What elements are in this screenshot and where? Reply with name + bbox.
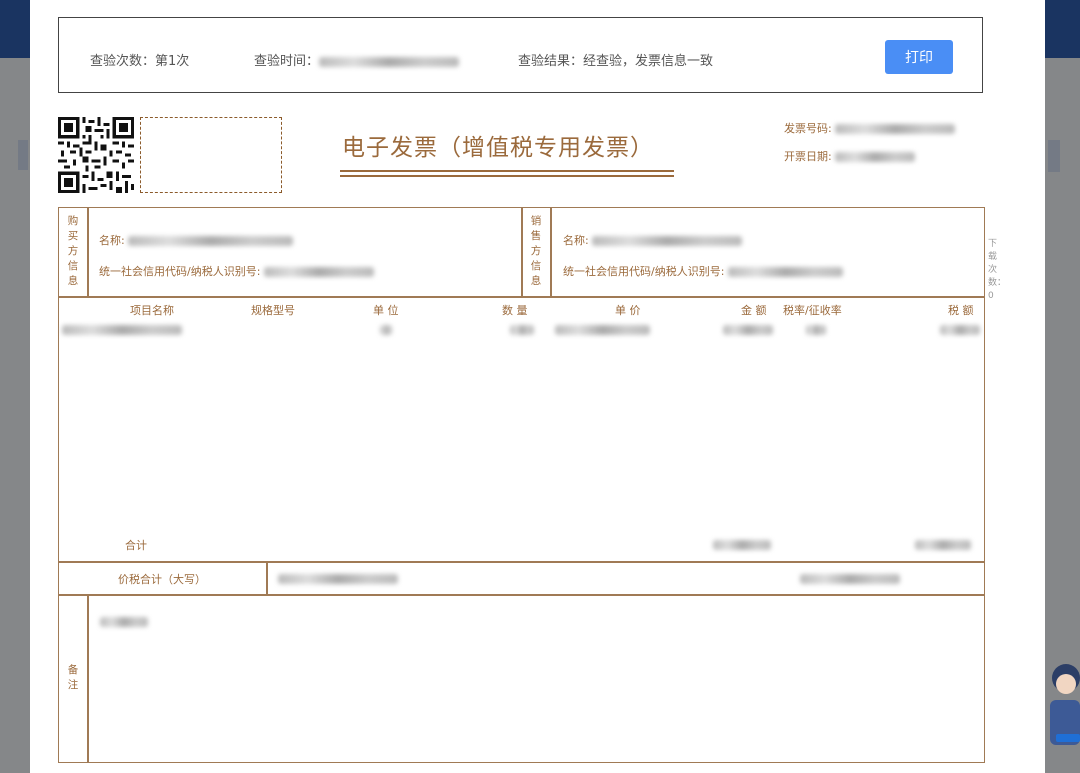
item-unit-redacted	[380, 325, 392, 335]
seller-tax-id: 统一社会信用代码/纳税人识别号:	[563, 263, 843, 279]
check-result-label: 查验结果：	[518, 54, 584, 69]
buyer-tax-value-redacted	[263, 267, 374, 277]
total-numeric-redacted	[800, 574, 900, 584]
buyer-tax-label: 统一社会信用代码/纳税人识别号:	[99, 265, 261, 278]
subtotal-amount-redacted	[713, 540, 771, 550]
invoice-date-label: 开票日期:	[784, 150, 832, 163]
item-tax-rate-redacted	[806, 325, 826, 335]
column-header: 税率/征收率	[783, 304, 842, 317]
buyer-name: 名称:	[99, 232, 294, 248]
total-label: 价税合计（大写）	[118, 573, 206, 586]
remarks-label: 备注	[67, 664, 79, 691]
check-time-value-redacted	[319, 56, 460, 67]
column-header: 单 位	[373, 304, 399, 317]
assistant-mascot-icon[interactable]	[1040, 650, 1080, 750]
item-price-redacted	[555, 325, 650, 335]
remarks-text-redacted	[100, 617, 148, 627]
invoice-date: 开票日期:	[784, 148, 916, 164]
invoice-title: 电子发票（增值税专用发票）	[342, 135, 654, 161]
stamp-placeholder	[140, 117, 282, 193]
item-amount-redacted	[723, 325, 773, 335]
total-chinese-redacted	[278, 574, 398, 584]
invoice-verify-modal: 查验次数：第1次 查验时间： 查验结果：经查验，发票信息一致 打印 电子发票（增…	[30, 0, 1045, 773]
buyer-name-value-redacted	[128, 236, 294, 246]
subtotal-tax-redacted	[915, 540, 971, 550]
divider	[58, 561, 985, 563]
buyer-name-label: 名称:	[99, 234, 125, 247]
buyer-section-label: 购买方信息	[67, 215, 79, 287]
column-header: 规格型号	[251, 304, 295, 317]
download-count-note: 下载次数：0	[988, 239, 1007, 301]
divider	[521, 207, 523, 297]
seller-name-value-redacted	[592, 236, 743, 246]
check-result-value: 经查验，发票信息一致	[583, 54, 714, 69]
invoice-number-label: 发票号码:	[784, 122, 832, 135]
column-header: 单 价	[615, 304, 641, 317]
column-header: 金 额	[741, 304, 767, 317]
seller-tax-value-redacted	[727, 267, 843, 277]
item-quantity-redacted	[510, 325, 534, 335]
divider	[266, 561, 268, 595]
item-tax-redacted	[940, 325, 980, 335]
invoice-date-value-redacted	[835, 152, 916, 162]
column-header: 税 额	[948, 304, 974, 317]
divider	[550, 207, 552, 297]
print-button[interactable]: 打印	[885, 40, 953, 74]
divider	[87, 594, 89, 763]
invoice-number: 发票号码:	[784, 120, 956, 136]
qr-code-icon	[58, 117, 134, 193]
column-header: 数 量	[502, 304, 528, 317]
buyer-tax-id: 统一社会信用代码/纳税人识别号:	[99, 263, 374, 279]
column-header: 项目名称	[130, 304, 174, 317]
seller-section-label: 销售方信息	[530, 215, 542, 287]
seller-name: 名称:	[563, 232, 743, 248]
check-time-label: 查验时间：	[254, 54, 320, 69]
check-time: 查验时间：	[254, 50, 460, 69]
verification-summary-bar: 查验次数：第1次 查验时间： 查验结果：经查验，发票信息一致 打印	[58, 17, 983, 93]
check-count: 查验次数：第1次	[90, 50, 189, 69]
divider	[58, 594, 985, 596]
title-underline	[340, 175, 674, 177]
subtotal-label: 合计	[125, 539, 147, 552]
check-count-value: 第1次	[155, 54, 190, 69]
check-result: 查验结果：经查验，发票信息一致	[518, 50, 713, 69]
divider	[87, 207, 89, 297]
invoice-number-value-redacted	[835, 124, 956, 134]
item-name-redacted	[62, 325, 182, 335]
seller-tax-label: 统一社会信用代码/纳税人识别号:	[563, 265, 725, 278]
seller-name-label: 名称:	[563, 234, 589, 247]
check-count-label: 查验次数：	[90, 54, 156, 69]
title-underline	[340, 170, 674, 172]
